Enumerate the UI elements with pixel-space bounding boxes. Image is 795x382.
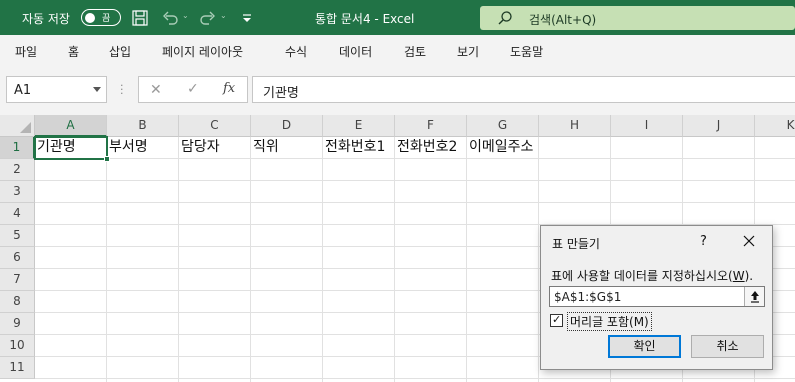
row-header-4[interactable]: 4 (0, 203, 35, 225)
header-row-checkbox[interactable]: ✓ (550, 313, 563, 327)
column-header-h[interactable]: H (539, 115, 611, 137)
document-title: 통합 문서4 - Excel (315, 12, 415, 26)
prompt-text: 표에 사용할 데이터를 지정하십시오( (551, 269, 733, 283)
column-header-i[interactable]: I (611, 115, 683, 137)
toggle-knob (85, 13, 95, 23)
column-header-j[interactable]: J (683, 115, 755, 137)
gridline (322, 137, 323, 382)
checkmark-icon: ✓ (552, 313, 562, 326)
redo-dropdown-icon[interactable]: ⌄ (220, 11, 227, 20)
row-header-9[interactable]: 9 (0, 313, 35, 335)
select-all-button[interactable] (0, 115, 35, 137)
column-header-b[interactable]: B (107, 115, 179, 137)
row-header-11[interactable]: 11 (0, 357, 35, 379)
gridline (35, 180, 795, 181)
tab-file[interactable]: 파일 (15, 43, 37, 60)
formula-value: 기관명 (263, 86, 299, 101)
cancel-button[interactable]: 취소 (691, 335, 764, 358)
gridline (35, 202, 795, 203)
name-box-dropdown-icon[interactable] (93, 87, 101, 92)
row-header-2[interactable]: 2 (0, 159, 35, 181)
select-all-icon (20, 122, 31, 133)
undo-dropdown-icon[interactable]: ⌄ (182, 11, 189, 20)
autosave-label: 자동 저장 (22, 12, 70, 26)
prompt-accelerator: W (732, 269, 745, 283)
tab-home[interactable]: 홈 (68, 43, 79, 60)
tab-help[interactable]: 도움말 (510, 43, 543, 60)
dialog-title: 표 만들기 (552, 237, 600, 251)
column-header-g[interactable]: G (467, 115, 539, 137)
ok-button[interactable]: 확인 (608, 335, 681, 358)
tab-data[interactable]: 데이터 (339, 43, 372, 60)
gridline (538, 137, 539, 382)
gridline (178, 137, 179, 382)
prompt-end: ). (744, 269, 754, 283)
gridline (394, 137, 395, 382)
formula-tools: ✕ ✓ fx (138, 76, 248, 103)
tab-review[interactable]: 검토 (404, 43, 426, 60)
formula-bar-resize-handle[interactable]: · · · (120, 80, 124, 99)
cell-d1[interactable]: 직위 (251, 137, 279, 159)
name-box[interactable]: A1 (6, 76, 107, 103)
name-box-value: A1 (14, 83, 32, 98)
row-header-7[interactable]: 7 (0, 269, 35, 291)
undo-icon[interactable] (160, 8, 180, 28)
row-header-10[interactable]: 10 (0, 335, 35, 357)
create-table-dialog: 표 만들기 ? 표에 사용할 데이터를 지정하십시오(W). $A$1:$G$1… (540, 225, 773, 370)
column-header-k[interactable]: K (755, 115, 795, 137)
row-header-3[interactable]: 3 (0, 181, 35, 203)
tab-insert[interactable]: 삽입 (109, 43, 131, 60)
search-icon (498, 11, 512, 25)
range-value: $A$1:$G$1 (554, 290, 622, 304)
cell-e1[interactable]: 전화번호1 (323, 137, 385, 159)
column-header-e[interactable]: E (323, 115, 395, 137)
redo-icon[interactable] (198, 8, 218, 28)
row-header-6[interactable]: 6 (0, 247, 35, 269)
column-header-d[interactable]: D (251, 115, 323, 137)
collapse-dialog-button[interactable] (744, 287, 764, 306)
cell-g1[interactable]: 이메일주소 (467, 137, 533, 159)
tab-view[interactable]: 보기 (457, 43, 479, 60)
column-header-c[interactable]: C (179, 115, 251, 137)
range-input[interactable]: $A$1:$G$1 (549, 286, 765, 307)
fill-handle[interactable] (104, 156, 110, 162)
gridline (106, 137, 107, 382)
insert-function-icon[interactable]: fx (223, 81, 235, 96)
dialog-prompt: 표에 사용할 데이터를 지정하십시오(W). (551, 267, 753, 284)
row-header-1[interactable]: 1 (0, 137, 35, 159)
cell-f1[interactable]: 전화번호2 (395, 137, 457, 159)
autosave-state: 끔 (102, 14, 111, 24)
search-box[interactable]: 검색(Alt+Q) (480, 6, 795, 30)
cell-c1[interactable]: 담당자 (179, 137, 220, 159)
title-bar: 자동 저장 끔 ⌄ ⌄ 통합 문서4 - Excel 검색(Alt+Q) (0, 0, 795, 35)
collapse-arrow-icon (751, 291, 759, 303)
gridline (466, 137, 467, 382)
header-row-label[interactable]: 머리글 포함(M) (567, 312, 652, 331)
row-header-5[interactable]: 5 (0, 225, 35, 247)
close-icon[interactable] (741, 233, 757, 249)
ribbon-tabs: 파일 홈 삽입 페이지 레이아웃 수식 데이터 검토 보기 도움말 (0, 35, 795, 67)
cell-b1[interactable]: 부서명 (107, 137, 148, 159)
customize-qat-icon[interactable] (237, 8, 257, 28)
search-placeholder: 검색(Alt+Q) (529, 13, 597, 27)
save-icon[interactable] (130, 8, 150, 28)
cancel-icon[interactable]: ✕ (150, 82, 162, 98)
gridline (250, 137, 251, 382)
active-cell-border (34, 136, 110, 162)
row-header-8[interactable]: 8 (0, 291, 35, 313)
tab-page-layout[interactable]: 페이지 레이아웃 (162, 43, 243, 60)
formula-input[interactable]: 기관명 (252, 76, 795, 103)
formula-bar-area: A1 · · · ✕ ✓ fx 기관명 (0, 67, 795, 115)
gridline (35, 378, 795, 379)
autosave-toggle[interactable]: 끔 (81, 9, 121, 26)
enter-icon[interactable]: ✓ (187, 81, 199, 97)
tab-formulas[interactable]: 수식 (285, 43, 307, 60)
column-header-a[interactable]: A (35, 115, 107, 137)
column-header-f[interactable]: F (395, 115, 467, 137)
help-button[interactable]: ? (700, 234, 707, 249)
